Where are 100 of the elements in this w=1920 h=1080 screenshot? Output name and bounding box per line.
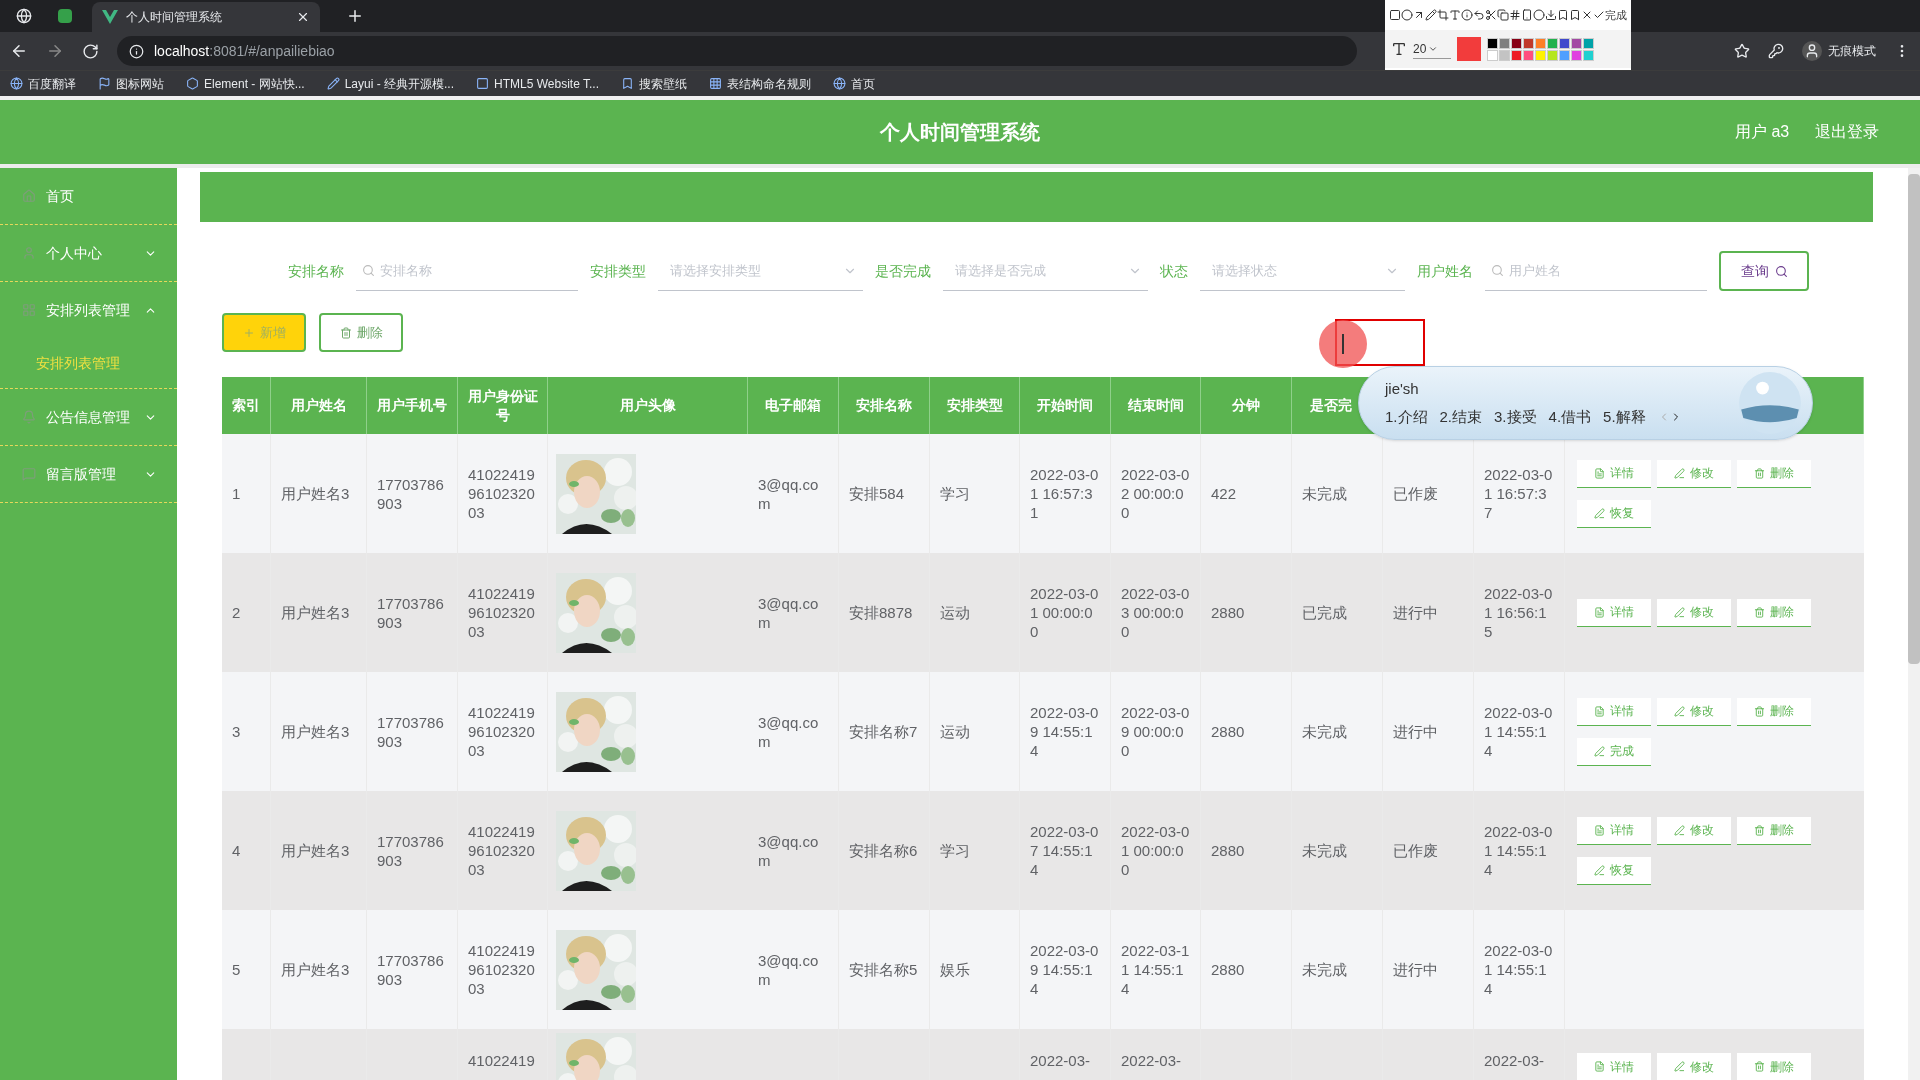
sidebar-item[interactable]: 留言版管理 xyxy=(0,446,177,502)
tool-icon[interactable] xyxy=(1509,9,1521,21)
tool-icon[interactable] xyxy=(1425,9,1437,21)
bookmark[interactable]: 表结构命名规则 xyxy=(709,74,811,93)
row-action-button[interactable]: 修改 xyxy=(1657,459,1731,488)
done-button[interactable]: 完成 xyxy=(1593,6,1627,24)
bookmark[interactable]: 首页 xyxy=(833,74,875,93)
forward-icon[interactable] xyxy=(46,42,64,60)
tool-icon[interactable] xyxy=(1413,9,1425,21)
action-icon xyxy=(1754,705,1765,717)
ime-candidate[interactable]: 3.接受 xyxy=(1494,406,1537,429)
row-action-button[interactable]: 删除 xyxy=(1737,816,1811,845)
current-color-swatch[interactable] xyxy=(1457,37,1481,61)
tool-icon[interactable] xyxy=(1533,9,1545,21)
color-swatch[interactable] xyxy=(1487,37,1498,49)
add-button[interactable]: 新增 xyxy=(222,313,306,352)
incognito-icon[interactable] xyxy=(1802,41,1822,61)
select-field[interactable]: 请选择安排类型 xyxy=(658,251,863,291)
row-action-button[interactable]: 删除 xyxy=(1737,697,1811,726)
search-field[interactable]: 安排名称 xyxy=(356,251,578,291)
delete-button[interactable]: 删除 xyxy=(319,313,403,352)
color-swatch[interactable] xyxy=(1535,37,1546,49)
row-action-button[interactable]: 删除 xyxy=(1737,1053,1811,1080)
tool-icon[interactable] xyxy=(1485,9,1497,21)
row-action-button[interactable]: 详情 xyxy=(1577,459,1651,488)
row-action-button[interactable]: 修改 xyxy=(1657,816,1731,845)
bookmark[interactable]: HTML5 Website T... xyxy=(476,74,599,93)
row-action-button[interactable]: 修改 xyxy=(1657,598,1731,627)
search-field[interactable]: 用户姓名 xyxy=(1485,251,1707,291)
row-action-button[interactable]: 删除 xyxy=(1737,459,1811,488)
address-bar[interactable]: localhost:8081/#/anpailiebiao xyxy=(117,36,1357,66)
color-swatch[interactable] xyxy=(1523,49,1534,61)
row-action-button[interactable]: 修改 xyxy=(1657,1053,1731,1080)
row-action-button[interactable]: 恢复 xyxy=(1577,856,1651,885)
tool-icon[interactable] xyxy=(1569,9,1581,21)
tool-icon[interactable] xyxy=(1473,9,1485,21)
color-swatch[interactable] xyxy=(1535,49,1546,61)
row-action-button[interactable]: 完成 xyxy=(1577,737,1651,766)
reload-icon[interactable] xyxy=(82,42,99,60)
search-button[interactable]: 查询 xyxy=(1719,251,1809,291)
sidebar-item[interactable]: 公告信息管理 xyxy=(0,389,177,445)
bookmark[interactable]: Element - 网站快... xyxy=(186,74,305,93)
tool-icon[interactable] xyxy=(1557,9,1569,21)
bookmark-icon xyxy=(98,77,111,90)
tool-icon[interactable] xyxy=(1497,9,1509,21)
row-action-button[interactable]: 详情 xyxy=(1577,697,1651,726)
sidebar-item[interactable]: 首页 xyxy=(0,168,177,224)
incognito-label: 无痕模式 xyxy=(1828,43,1876,60)
row-action-button[interactable]: 详情 xyxy=(1577,816,1651,845)
key-icon[interactable] xyxy=(1768,43,1784,59)
color-swatch[interactable] xyxy=(1559,37,1570,49)
color-swatch[interactable] xyxy=(1547,49,1558,61)
row-action-button[interactable]: 修改 xyxy=(1657,697,1731,726)
ime-candidate[interactable]: 2.结束 xyxy=(1439,406,1483,429)
bookmark-star-icon[interactable] xyxy=(1734,43,1750,59)
submenu-item[interactable]: 安排列表管理 xyxy=(0,338,177,388)
color-swatch[interactable] xyxy=(1571,49,1582,61)
color-swatch[interactable] xyxy=(1523,37,1534,49)
logout-link[interactable]: 退出登录 xyxy=(1815,120,1879,144)
browser-tab[interactable]: 个人时间管理系统 xyxy=(92,2,320,32)
ime-candidate[interactable]: 4.借书 xyxy=(1548,406,1592,429)
row-action-button[interactable]: 恢复 xyxy=(1577,499,1651,528)
select-field[interactable]: 请选择是否完成 xyxy=(943,251,1148,291)
new-tab-icon[interactable] xyxy=(346,7,364,25)
color-swatch[interactable] xyxy=(1499,49,1510,61)
bookmark[interactable]: 图标网站 xyxy=(98,74,164,93)
tool-icon[interactable] xyxy=(1581,9,1593,21)
tool-icon[interactable] xyxy=(1389,9,1401,21)
table-cell-text: 3@qq.com xyxy=(758,950,820,989)
color-swatch[interactable] xyxy=(1571,37,1582,49)
color-swatch[interactable] xyxy=(1499,37,1510,49)
row-action-button[interactable]: 详情 xyxy=(1577,1053,1651,1080)
font-size-select[interactable]: 20 xyxy=(1413,39,1451,59)
color-swatch[interactable] xyxy=(1547,37,1558,49)
color-swatch[interactable] xyxy=(1487,49,1498,61)
tool-icon[interactable] xyxy=(1449,9,1461,21)
sidebar-item[interactable]: 个人中心 xyxy=(0,225,177,281)
table-cell: 安排8878 xyxy=(849,603,913,622)
back-icon[interactable] xyxy=(10,42,28,60)
tool-icon[interactable] xyxy=(1437,9,1449,21)
tool-icon[interactable] xyxy=(1461,9,1473,21)
tool-icon[interactable] xyxy=(1401,9,1413,21)
close-icon[interactable] xyxy=(296,10,310,24)
bookmark[interactable]: 百度翻译 xyxy=(10,74,76,93)
tool-icon[interactable] xyxy=(1545,9,1557,21)
incognito-globe-icon[interactable] xyxy=(16,8,32,24)
sidebar-item[interactable]: 安排列表管理 xyxy=(0,282,177,338)
color-swatch[interactable] xyxy=(1583,37,1594,49)
row-action-button[interactable]: 删除 xyxy=(1737,598,1811,627)
color-swatch[interactable] xyxy=(1511,49,1522,61)
row-action-button[interactable]: 详情 xyxy=(1577,598,1651,627)
select-field[interactable]: 请选择状态 xyxy=(1200,251,1405,291)
ime-candidate[interactable]: 1.介绍 xyxy=(1385,406,1428,429)
tool-icon[interactable] xyxy=(1521,9,1533,21)
ime-candidate[interactable]: 5.解释 xyxy=(1603,406,1646,429)
color-swatch[interactable] xyxy=(1511,37,1522,49)
color-swatch[interactable] xyxy=(1559,49,1570,61)
color-swatch[interactable] xyxy=(1583,49,1594,61)
bookmark[interactable]: Layui - 经典开源模... xyxy=(326,74,455,93)
bookmark[interactable]: 搜索壁纸 xyxy=(621,74,687,93)
